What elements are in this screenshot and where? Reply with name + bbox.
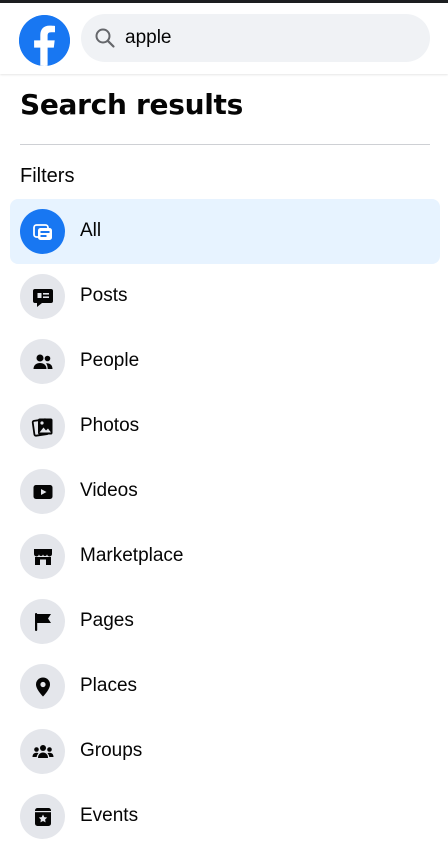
filter-list: All Posts People Photos Videos Marketpla… [10,199,440,849]
filter-label: Places [80,675,138,696]
marketplace-icon [20,534,65,579]
filter-label: Photos [80,415,140,436]
filter-label: Events [80,805,139,826]
filter-item-photos[interactable]: Photos [10,394,440,459]
events-icon [20,794,65,839]
filter-label: Videos [80,480,138,501]
filters-heading: Filters [20,165,75,187]
all-results-icon [20,209,65,254]
filter-item-videos[interactable]: Videos [10,459,440,524]
filter-label: All [80,220,102,241]
filter-item-events[interactable]: Events [10,784,440,849]
filter-item-posts[interactable]: Posts [10,264,440,329]
filter-label: Groups [80,740,143,761]
videos-icon [20,469,65,514]
filter-label: Posts [80,285,128,306]
people-icon [20,339,65,384]
filter-label: People [80,350,140,371]
search-bar[interactable] [81,14,430,62]
photos-icon [20,404,65,449]
search-icon [95,28,115,48]
page-title: Search results [20,88,243,121]
filter-label: Pages [80,610,134,631]
filter-item-pages[interactable]: Pages [10,589,440,654]
filter-item-marketplace[interactable]: Marketplace [10,524,440,589]
divider [20,144,430,145]
search-input[interactable] [125,14,415,62]
pages-flag-icon [20,599,65,644]
filter-item-people[interactable]: People [10,329,440,394]
facebook-logo-icon[interactable] [19,15,70,66]
filter-item-all[interactable]: All [10,199,440,264]
filter-label: Marketplace [80,545,184,566]
filter-item-places[interactable]: Places [10,654,440,719]
posts-icon [20,274,65,319]
filter-item-groups[interactable]: Groups [10,719,440,784]
places-pin-icon [20,664,65,709]
groups-icon [20,729,65,774]
top-header [0,3,448,74]
